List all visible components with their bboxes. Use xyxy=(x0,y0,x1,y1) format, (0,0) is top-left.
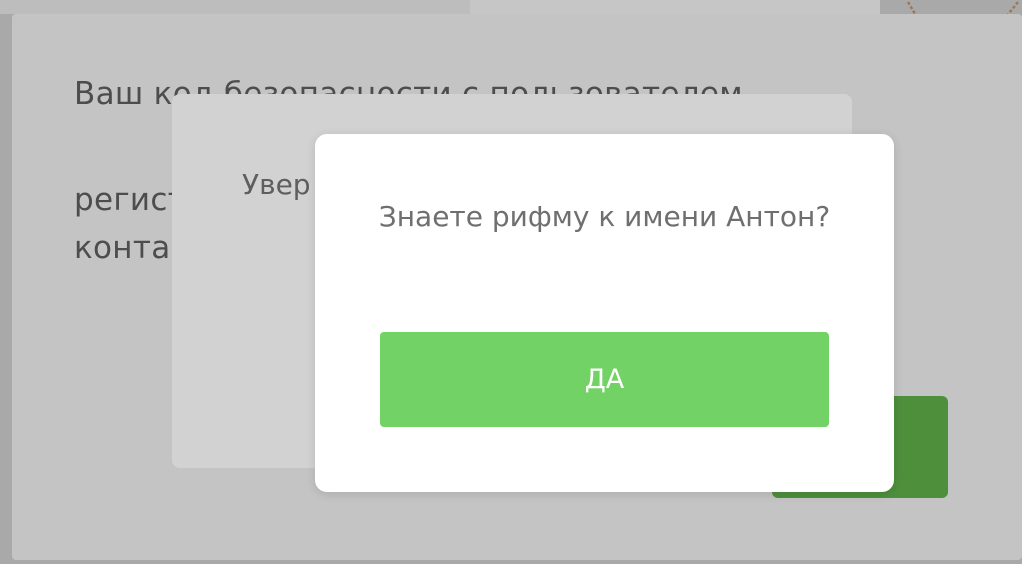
yes-button[interactable]: ДА xyxy=(380,332,829,427)
registration-text-fragment: регист xyxy=(74,182,187,218)
background-header-strip-right xyxy=(470,0,880,14)
rhyme-question-dialog: Знаете рифму к имени Антон? ДА xyxy=(315,134,894,492)
rhyme-question-text: Знаете рифму к имени Антон? xyxy=(378,200,831,233)
middle-dialog-text: Увер xyxy=(242,168,311,201)
